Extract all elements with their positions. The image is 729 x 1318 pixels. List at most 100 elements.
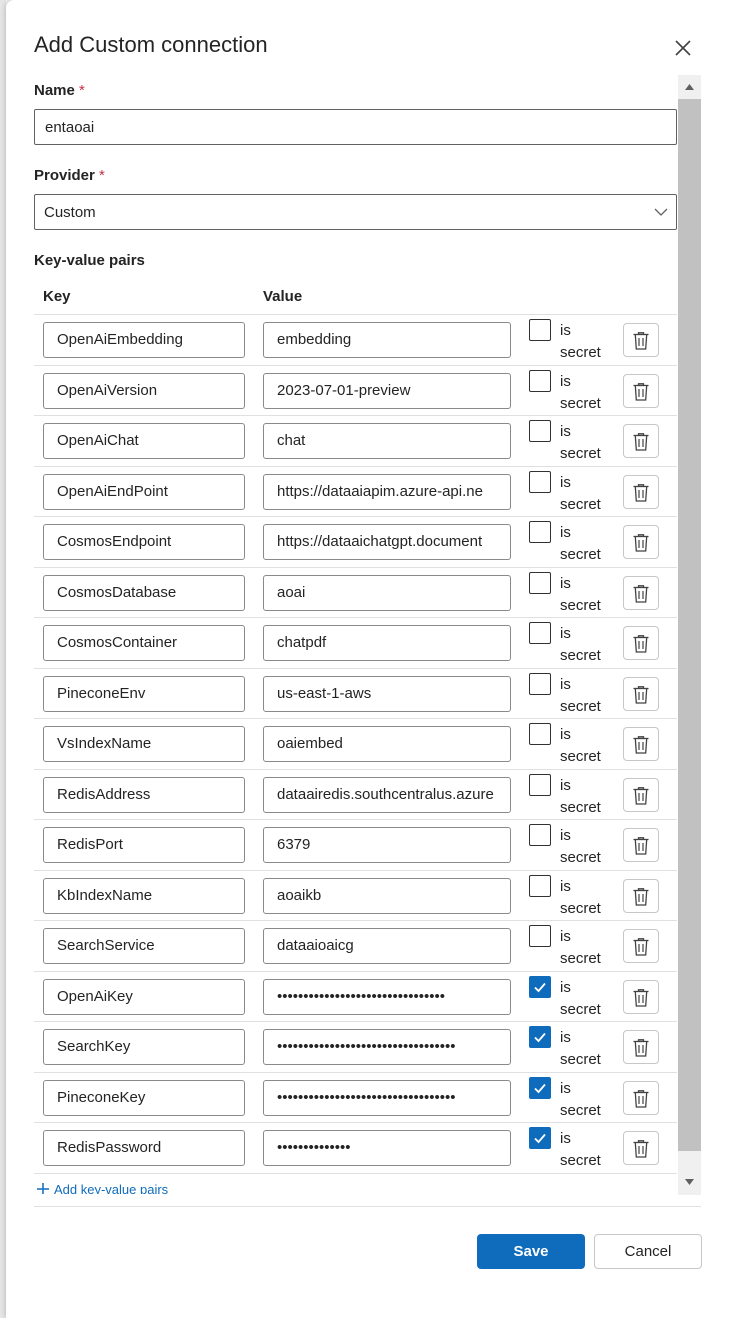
kv-row: KbIndexName aoaikb is secret [34,871,677,921]
value-input[interactable]: chatpdf [263,625,511,661]
is-secret-checkbox[interactable] [529,723,551,745]
cancel-button[interactable]: Cancel [594,1234,702,1269]
kv-row: RedisPassword •••••••••••••• is secret [34,1123,677,1174]
value-input[interactable]: chat [263,423,511,459]
key-input[interactable]: PineconeEnv [43,675,245,712]
key-input[interactable]: OpenAiVersion [43,372,245,409]
is-secret-checkbox[interactable] [529,1026,551,1048]
value-input[interactable]: •••••••••••••••••••••••••••••••• [263,978,511,1015]
value-input[interactable]: oaiembed [263,726,511,762]
kv-row: PineconeKey •••••••••••••••••••••••••••••… [34,1073,677,1123]
key-input[interactable]: CosmosDatabase [43,574,245,611]
key-input[interactable]: OpenAiKey [43,978,245,1015]
is-secret-checkbox[interactable] [529,1076,551,1099]
trash-icon [633,786,649,805]
delete-pair-button[interactable] [623,676,659,711]
value-input[interactable]: •••••••••••••••••••••••••••••••••• [263,1079,511,1116]
is-secret-label-line2: secret [560,394,601,412]
is-secret-checkbox[interactable] [529,622,551,644]
delete-pair-button[interactable] [623,979,659,1014]
kv-row: RedisAddress dataairedis.southcentralus.a… [34,770,677,820]
is-secret-checkbox[interactable] [529,369,551,392]
value-input[interactable]: https://dataaiapim.azure-api.ne [263,473,511,510]
is-secret-label-line2: secret [560,647,601,664]
key-input[interactable]: RedisPort [43,827,245,863]
is-secret-label-line1: is [560,978,571,996]
key-input[interactable]: OpenAiEndPoint [43,473,245,510]
name-input[interactable] [34,109,677,145]
required-marker: * [79,82,85,99]
value-input[interactable]: us-east-1-aws [263,675,511,712]
delete-pair-button[interactable] [623,373,659,408]
close-button[interactable] [672,37,694,59]
delete-pair-button[interactable] [623,828,659,862]
delete-pair-button[interactable] [623,626,659,660]
kv-row: RedisPort 6379 is secret [34,820,677,871]
trash-icon [633,635,649,653]
is-secret-label-line1: is [560,473,571,491]
is-secret-checkbox[interactable] [529,874,551,897]
is-secret-checkbox[interactable] [529,925,551,947]
delete-pair-button[interactable] [623,424,659,458]
provider-dropdown[interactable]: Custom [34,194,677,230]
required-marker: * [99,167,105,184]
dialog-title: Add Custom connection [34,32,268,57]
delete-pair-button[interactable] [623,323,659,357]
delete-pair-button[interactable] [623,777,659,812]
key-input[interactable]: CosmosContainer [43,625,245,661]
is-secret-checkbox[interactable] [529,672,551,695]
delete-pair-button[interactable] [623,878,659,913]
trash-icon [633,1140,649,1158]
kv-table-header: Key Value [34,284,677,315]
key-input[interactable]: RedisAddress [43,776,245,813]
is-secret-label-line1: is [560,524,571,541]
key-input[interactable]: SearchService [43,928,245,964]
delete-pair-button[interactable] [623,1030,659,1064]
value-input[interactable]: aoai [263,574,511,611]
value-input[interactable]: aoaikb [263,877,511,914]
scrollbar-thumb[interactable] [678,99,701,1151]
is-secret-checkbox[interactable] [529,571,551,594]
delete-pair-button[interactable] [623,474,659,509]
value-input[interactable]: 2023-07-01-preview [263,372,511,409]
add-kv-pair-label: Add key-value pairs [54,1182,169,1194]
value-input[interactable]: https://dataaichatgpt.document [263,524,511,560]
save-button[interactable]: Save [477,1234,585,1269]
name-label-text: Name [34,82,75,99]
is-secret-checkbox[interactable] [529,824,551,846]
is-secret-checkbox[interactable] [529,420,551,442]
delete-pair-button[interactable] [623,929,659,963]
delete-pair-button[interactable] [623,525,659,559]
key-input[interactable]: VsIndexName [43,726,245,762]
add-kv-pair-link[interactable]: Add key-value pairs [36,1182,168,1194]
value-input[interactable]: •••••••••••••••••••••••••••••••••• [263,1029,511,1065]
is-secret-checkbox[interactable] [529,470,551,493]
value-input[interactable]: dataairedis.southcentralus.azure [263,776,511,813]
scroll-up-button[interactable] [678,75,701,99]
trash-icon [633,685,649,704]
key-input[interactable]: OpenAiEmbedding [43,322,245,358]
delete-pair-button[interactable] [623,1080,659,1115]
value-input[interactable]: •••••••••••••• [263,1130,511,1166]
is-secret-checkbox[interactable] [529,521,551,543]
key-input[interactable]: OpenAiChat [43,423,245,459]
key-input[interactable]: CosmosEndpoint [43,524,245,560]
is-secret-checkbox[interactable] [529,975,551,998]
key-input[interactable]: PineconeKey [43,1079,245,1116]
value-input[interactable]: dataaioaicg [263,928,511,964]
column-header-value: Value [263,288,303,305]
delete-pair-button[interactable] [623,575,659,610]
is-secret-checkbox[interactable] [529,773,551,796]
is-secret-checkbox[interactable] [529,1127,551,1149]
scroll-down-button[interactable] [678,1170,701,1194]
delete-pair-button[interactable] [623,727,659,761]
is-secret-label: is secret [560,573,601,617]
value-input[interactable]: 6379 [263,827,511,863]
key-input[interactable]: KbIndexName [43,877,245,914]
key-input[interactable]: SearchKey [43,1029,245,1065]
is-secret-checkbox[interactable] [529,319,551,341]
value-input[interactable]: embedding [263,322,511,358]
delete-pair-button[interactable] [623,1131,659,1165]
key-input[interactable]: RedisPassword [43,1130,245,1166]
is-secret-label-line2: secret [560,1101,601,1119]
